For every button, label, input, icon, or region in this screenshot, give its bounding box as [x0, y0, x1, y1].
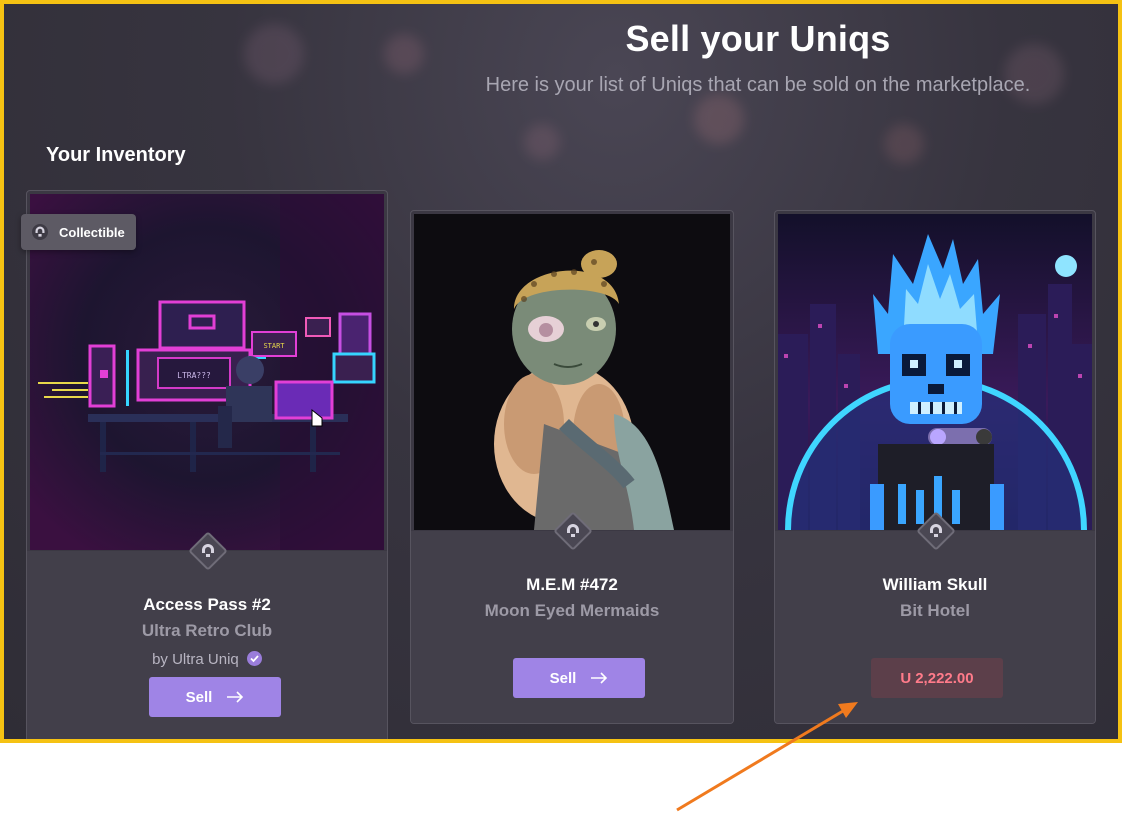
annotation-arrow [676, 702, 858, 812]
